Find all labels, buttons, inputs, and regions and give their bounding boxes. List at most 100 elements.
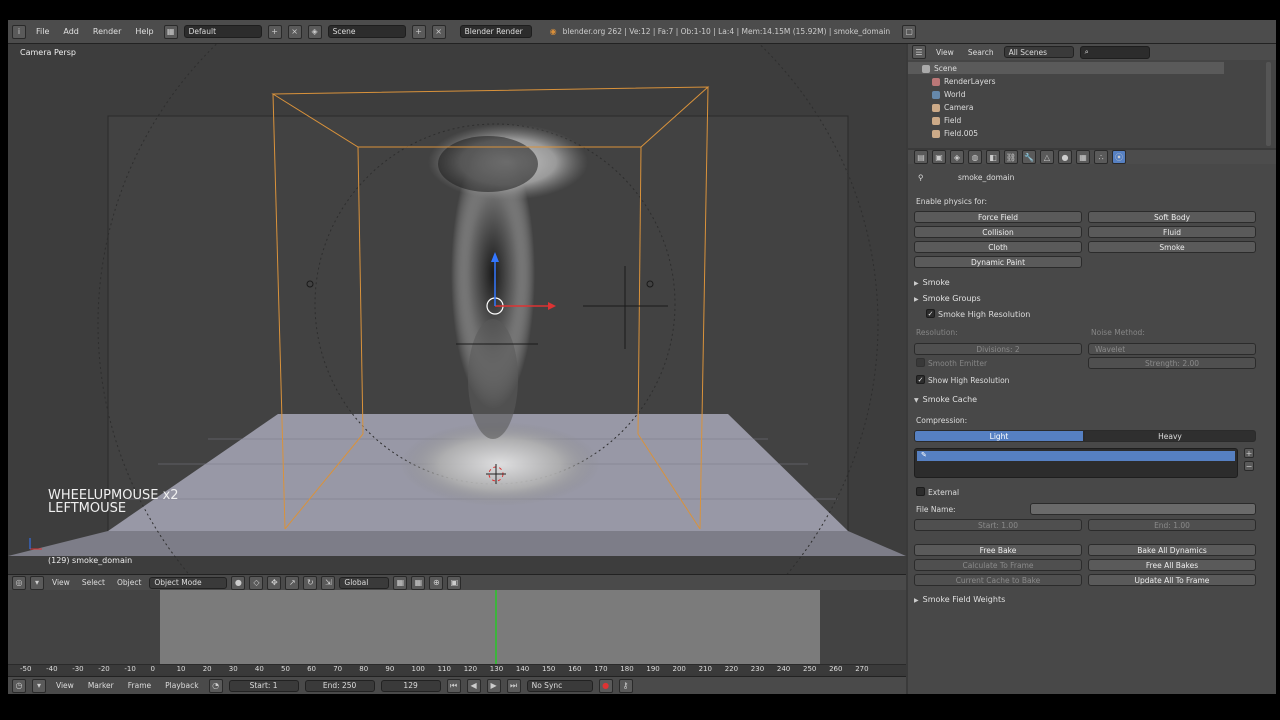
add-screen-icon[interactable]: + (267, 24, 282, 39)
record-icon[interactable]: ● (598, 678, 613, 693)
layers-icon[interactable]: ▦ (393, 575, 408, 590)
scene-selector[interactable]: Scene (327, 25, 406, 38)
remove-cache-icon[interactable]: − (1244, 461, 1254, 471)
compression-light-button[interactable]: Light (914, 430, 1084, 442)
cache-list-item[interactable]: ✎ (917, 451, 1235, 461)
collapse-menu-icon[interactable]: ▾ (32, 678, 46, 693)
end-frame-field[interactable]: End: 250 (304, 679, 375, 692)
panel-smoke[interactable]: ▶ Smoke (914, 278, 950, 287)
object-tab-icon[interactable]: ◧ (986, 150, 1000, 164)
translate-icon[interactable]: ↗ (285, 575, 300, 590)
3d-viewport[interactable]: Camera Persp WHEELUPMOUSE x2 LEFTMOUSE (… (8, 44, 906, 574)
search-input[interactable]: ⌕ (1079, 45, 1150, 59)
constraints-tab-icon[interactable]: ⛓ (1004, 150, 1018, 164)
strength-field[interactable]: Strength: 2.00 (1088, 357, 1256, 369)
material-tab-icon[interactable]: ● (1058, 150, 1072, 164)
menu-add[interactable]: Add (59, 27, 83, 36)
fluid-button[interactable]: Fluid (1088, 226, 1256, 238)
render-tab-icon[interactable]: ▣ (932, 150, 946, 164)
panel-smoke-groups[interactable]: ▶ Smoke Groups (914, 294, 981, 303)
smooth-emitter-checkbox[interactable] (916, 358, 925, 367)
modifiers-tab-icon[interactable]: 🔧 (1022, 150, 1036, 164)
world-tab-icon[interactable]: ◍ (968, 150, 982, 164)
outliner-row-renderlayers[interactable]: RenderLayers (932, 77, 996, 86)
scale-icon[interactable]: ⇲ (321, 575, 336, 590)
free-all-bakes-button[interactable]: Free All Bakes (1088, 559, 1256, 571)
calculate-to-frame-button[interactable]: Calculate To Frame (914, 559, 1082, 571)
menu-view[interactable]: View (48, 578, 74, 587)
dynamic-paint-button[interactable]: Dynamic Paint (914, 256, 1082, 268)
current-frame-marker[interactable] (494, 590, 497, 674)
add-scene-icon[interactable]: + (411, 24, 426, 39)
screen-layout-icon[interactable]: ▦ (163, 24, 178, 39)
editor-type-icon[interactable]: ◷ (12, 678, 26, 693)
rotate-icon[interactable]: ↻ (303, 575, 318, 590)
external-checkbox[interactable] (916, 487, 925, 496)
menu-playback[interactable]: Playback (161, 681, 202, 690)
cache-list[interactable]: ✎ (914, 448, 1238, 478)
render-icon[interactable]: ▣ (447, 575, 462, 590)
shading-icon[interactable]: ● (231, 575, 246, 590)
timeline[interactable]: -50 -40 -30 -20 -10 0 10 20 30 40 50 60 70 80 90 100 110… (8, 590, 906, 676)
divisions-field[interactable]: Divisions: 2 (914, 343, 1082, 355)
menu-view[interactable]: View (52, 681, 78, 690)
menu-select[interactable]: Select (78, 578, 109, 587)
menu-marker[interactable]: Marker (84, 681, 118, 690)
data-tab-icon[interactable]: △ (1040, 150, 1054, 164)
scene-tab-icon[interactable]: ◈ (950, 150, 964, 164)
keying-set-icon[interactable]: ⚷ (618, 678, 633, 693)
physics-tab-icon[interactable]: ⦿ (1112, 150, 1126, 164)
menu-view[interactable]: View (932, 48, 958, 57)
collapse-menu-icon[interactable]: ▾ (30, 575, 44, 590)
menu-frame[interactable]: Frame (124, 681, 155, 690)
menu-render[interactable]: Render (89, 27, 125, 36)
panel-smoke-field-weights[interactable]: ▶ Smoke Field Weights (914, 595, 1005, 604)
render-engine-dropdown[interactable]: Blender Render (459, 25, 532, 38)
delete-scene-icon[interactable]: × (431, 24, 446, 39)
outliner[interactable]: ☰ View Search All Scenes ⌕ Scene RenderL… (908, 44, 1276, 148)
pivot-icon[interactable]: ◇ (249, 575, 264, 590)
smoke-button[interactable]: Smoke (1088, 241, 1256, 253)
mode-dropdown[interactable]: Object Mode (149, 576, 228, 589)
start-frame-field[interactable]: Start: 1 (228, 679, 299, 692)
delete-screen-icon[interactable]: × (287, 24, 302, 39)
cache-start-field[interactable]: Start: 1.00 (914, 519, 1082, 531)
play-reverse-icon[interactable]: ◀ (466, 678, 481, 693)
outliner-row-camera[interactable]: Camera (932, 103, 973, 112)
orientation-dropdown[interactable]: Global (339, 576, 390, 589)
cache-end-field[interactable]: End: 1.00 (1088, 519, 1256, 531)
editor-type-icon[interactable]: ◎ (12, 575, 26, 590)
outliner-row-world[interactable]: World (932, 90, 966, 99)
soft-body-button[interactable]: Soft Body (1088, 211, 1256, 223)
menu-file[interactable]: File (32, 27, 53, 36)
outliner-row-field[interactable]: Field (932, 116, 961, 125)
preview-range-icon[interactable]: ◔ (208, 678, 223, 693)
play-icon[interactable]: ▶ (486, 678, 501, 693)
menu-object[interactable]: Object (113, 578, 145, 587)
editor-type-icon[interactable]: ☰ (912, 45, 926, 59)
scene-icon[interactable]: ◈ (307, 24, 322, 39)
fullscreen-icon[interactable]: ▢ (902, 24, 917, 39)
file-name-field[interactable] (1030, 503, 1256, 515)
update-all-to-frame-button[interactable]: Update All To Frame (1088, 574, 1256, 586)
current-frame-field[interactable]: 129 (380, 679, 441, 692)
force-field-button[interactable]: Force Field (914, 211, 1082, 223)
sync-dropdown[interactable]: No Sync (526, 679, 593, 692)
display-mode-dropdown[interactable]: All Scenes (1003, 46, 1074, 58)
outliner-scrollbar[interactable] (1266, 62, 1271, 146)
texture-tab-icon[interactable]: ▦ (1076, 150, 1090, 164)
jump-end-icon[interactable]: ⏭ (506, 678, 521, 693)
current-cache-to-bake-button[interactable]: Current Cache to Bake (914, 574, 1082, 586)
menu-search[interactable]: Search (964, 48, 998, 57)
snap-icon[interactable]: ⊕ (429, 575, 444, 590)
highres-toggle-checkbox[interactable]: ✓ (926, 309, 935, 318)
particles-tab-icon[interactable]: ∴ (1094, 150, 1108, 164)
screen-selector[interactable]: Default (183, 25, 262, 38)
editor-type-icon[interactable]: ▤ (914, 150, 928, 164)
add-cache-icon[interactable]: + (1244, 448, 1254, 458)
outliner-row-field005[interactable]: Field.005 (932, 129, 978, 138)
compression-heavy-button[interactable]: Heavy (1084, 430, 1256, 442)
manipulator-icon[interactable]: ✥ (267, 575, 282, 590)
jump-start-icon[interactable]: ⏮ (446, 678, 461, 693)
show-high-res-checkbox[interactable]: ✓ (916, 375, 925, 384)
